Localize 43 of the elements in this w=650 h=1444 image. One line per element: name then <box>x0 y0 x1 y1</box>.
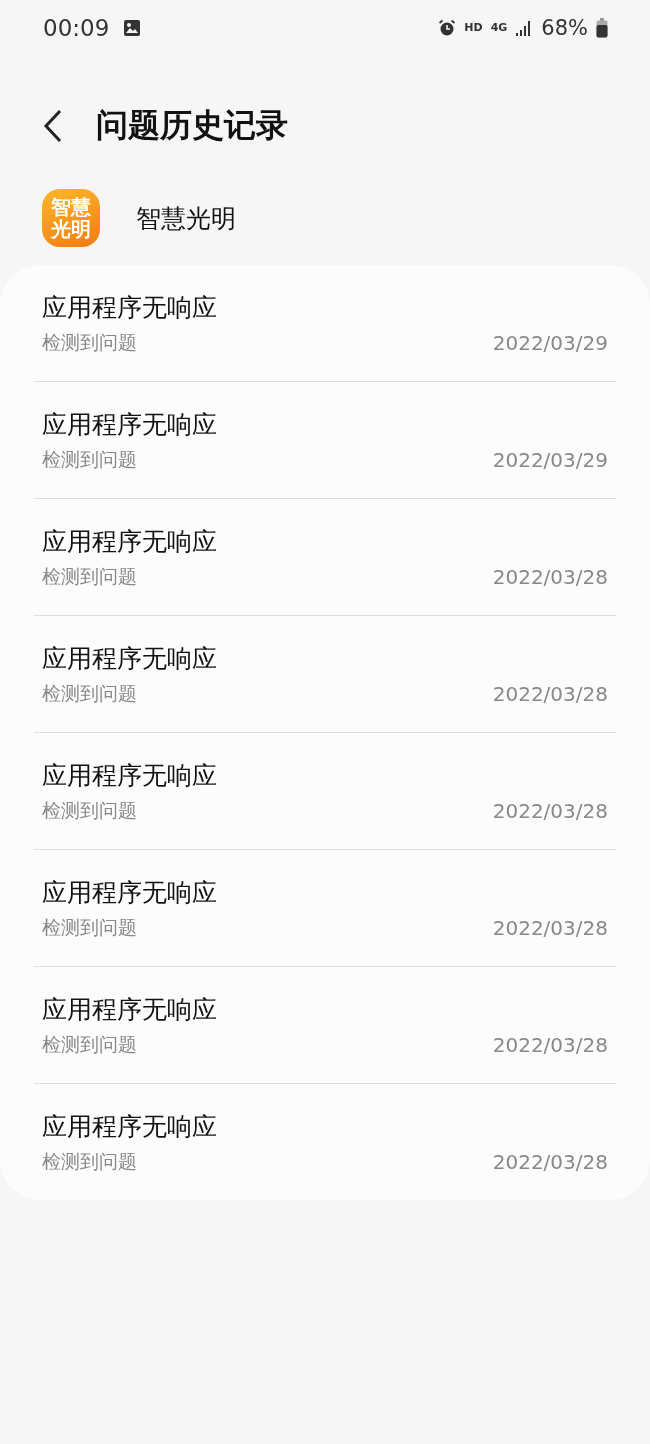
report-status: 检测到问题 <box>42 329 137 355</box>
report-title: 应用程序无响应 <box>42 642 218 675</box>
report-item[interactable]: 应用程序无响应 检测到问题 2022/03/28 <box>34 616 616 732</box>
report-title: 应用程序无响应 <box>42 408 218 441</box>
report-title: 应用程序无响应 <box>42 876 218 909</box>
report-status: 检测到问题 <box>42 914 137 940</box>
report-date: 2022/03/28 <box>492 1032 608 1057</box>
report-date: 2022/03/28 <box>492 681 608 706</box>
app-logo: 智慧 光明 <box>42 189 100 247</box>
image-icon <box>123 18 142 37</box>
report-item[interactable]: 应用程序无响应 检测到问题 2022/03/28 <box>34 850 616 966</box>
alarm-icon <box>438 18 457 37</box>
report-date: 2022/03/28 <box>492 1149 608 1174</box>
report-status: 检测到问题 <box>42 563 137 589</box>
battery-percent: 68% <box>541 15 588 40</box>
report-item[interactable]: 应用程序无响应 检测到问题 2022/03/29 <box>34 265 616 381</box>
report-item[interactable]: 应用程序无响应 检测到问题 2022/03/29 <box>34 382 616 498</box>
report-status: 检测到问题 <box>42 1031 137 1057</box>
report-status: 检测到问题 <box>42 1148 137 1174</box>
battery-icon <box>596 17 608 38</box>
report-date: 2022/03/29 <box>492 447 608 472</box>
app-name: 智慧光明 <box>136 202 236 235</box>
report-status: 检测到问题 <box>42 446 137 472</box>
back-icon[interactable] <box>42 109 64 143</box>
report-status: 检测到问题 <box>42 680 137 706</box>
report-item[interactable]: 应用程序无响应 检测到问题 2022/03/28 <box>34 499 616 615</box>
network-label: 4G <box>490 21 508 34</box>
report-title: 应用程序无响应 <box>42 759 218 792</box>
hd-label: HD <box>464 21 483 34</box>
page-title: 问题历史记录 <box>96 105 288 146</box>
report-title: 应用程序无响应 <box>42 993 218 1026</box>
report-date: 2022/03/28 <box>492 798 608 823</box>
report-date: 2022/03/28 <box>492 915 608 940</box>
report-item[interactable]: 应用程序无响应 检测到问题 2022/03/28 <box>34 967 616 1083</box>
report-title: 应用程序无响应 <box>42 525 218 558</box>
report-date: 2022/03/28 <box>492 564 608 589</box>
report-item[interactable]: 应用程序无响应 检测到问题 2022/03/28 <box>34 733 616 849</box>
report-status: 检测到问题 <box>42 797 137 823</box>
report-title: 应用程序无响应 <box>42 291 218 324</box>
report-title: 应用程序无响应 <box>42 1110 218 1143</box>
report-item[interactable]: 应用程序无响应 检测到问题 2022/03/28 <box>34 1084 616 1200</box>
report-date: 2022/03/29 <box>492 330 608 355</box>
clock-time: 00:09 <box>43 14 110 41</box>
